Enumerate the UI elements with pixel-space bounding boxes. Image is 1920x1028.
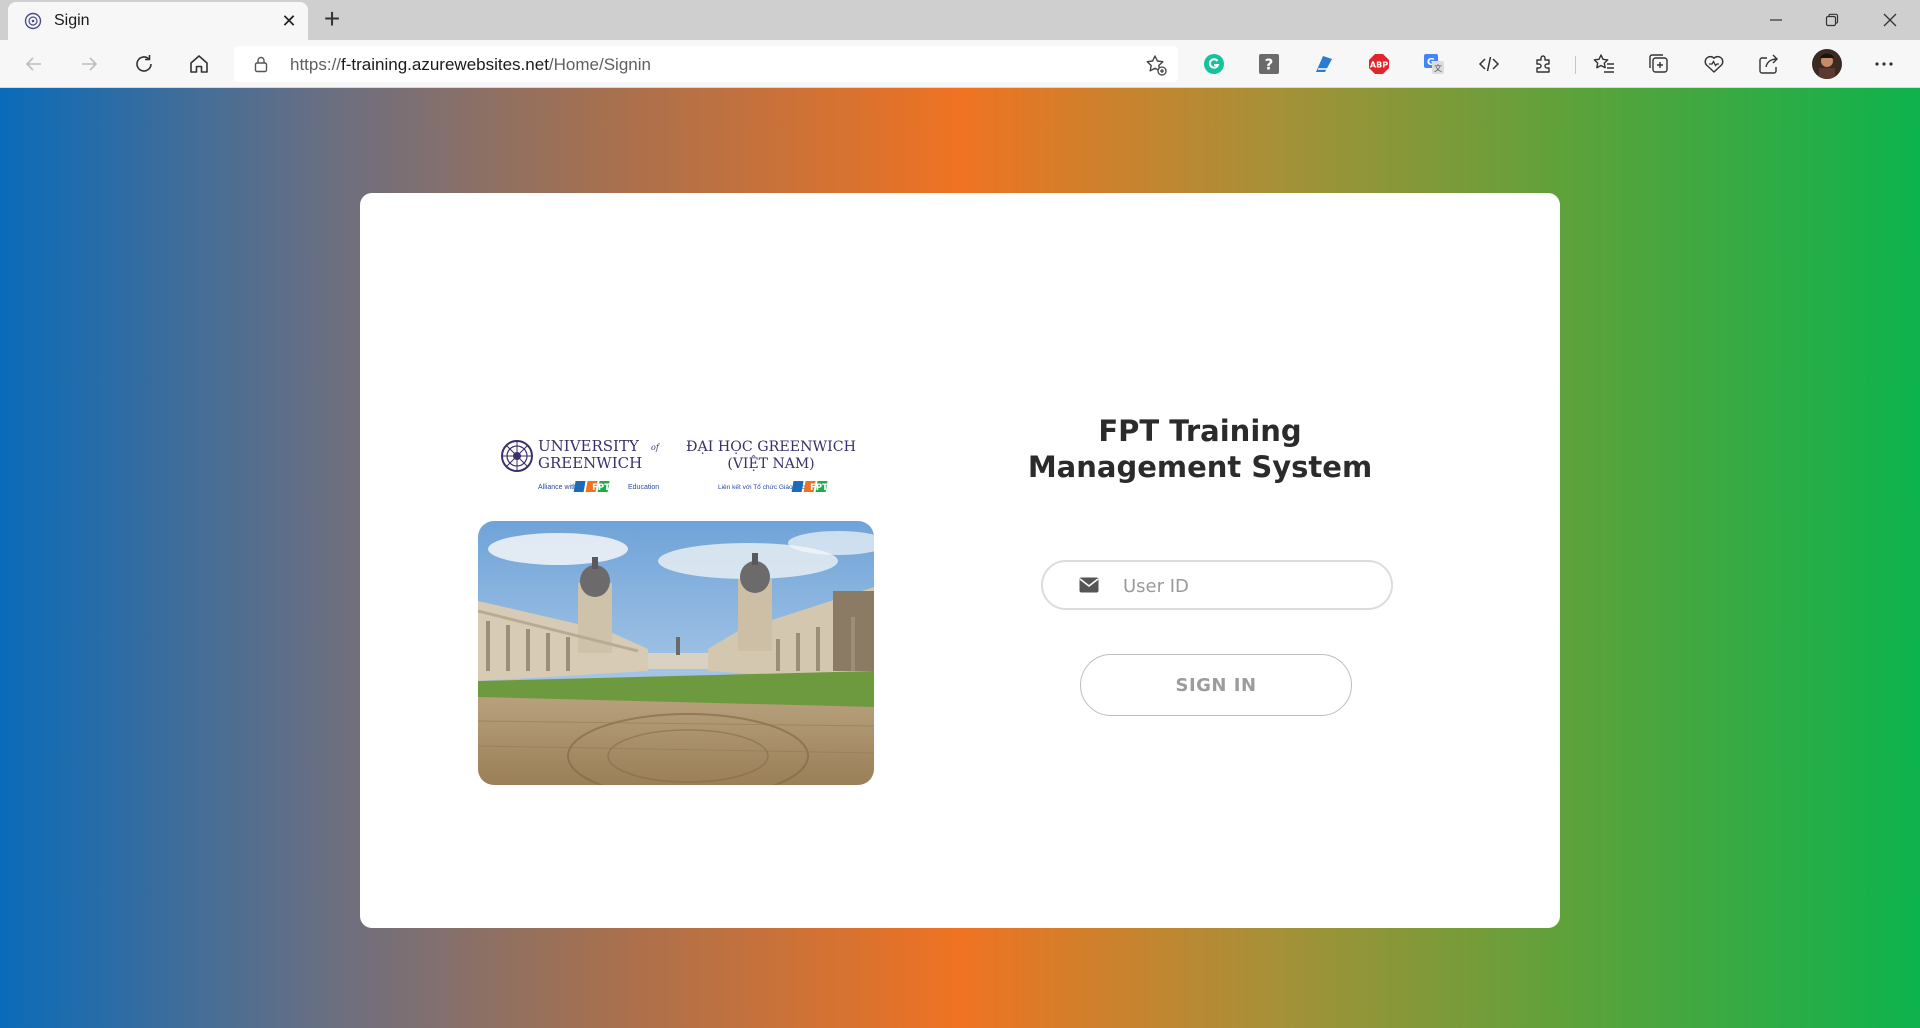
collections-icon [1649, 54, 1668, 73]
adblock-plus-button[interactable]: ABP [1366, 51, 1392, 77]
title-line-1: FPT Training [1098, 414, 1302, 448]
svg-text:ABP: ABP [1370, 61, 1388, 70]
fpt-logo-icon: FPT [791, 481, 828, 493]
avatar [1812, 49, 1842, 79]
logo-text-fpt: FPT [592, 483, 610, 493]
collections-button[interactable] [1646, 51, 1672, 77]
forward-arrow-icon [82, 57, 98, 71]
question-box-icon: ? [1259, 54, 1279, 74]
minimize-icon [1770, 19, 1782, 21]
browser-tab[interactable]: Sigin ✕ [8, 2, 308, 40]
extensions-button[interactable] [1531, 51, 1557, 77]
userid-field[interactable] [1041, 560, 1393, 610]
logo-text-dai-hoc: ĐẠI HỌC GREENWICH [686, 439, 856, 455]
url-text[interactable]: https://f-training.azurewebsites.net/Hom… [290, 55, 651, 75]
favorites-icon [1593, 54, 1614, 73]
google-translate-button[interactable]: G文 [1421, 51, 1447, 77]
close-window-icon [1883, 13, 1897, 27]
page-title: FPT Training Management System [1020, 413, 1380, 485]
logo-text-university: UNIVERSITY [538, 437, 640, 455]
dev-tools-icon [1478, 56, 1500, 72]
tab-title: Sigin [54, 12, 90, 29]
back-arrow-icon [25, 57, 41, 71]
grammarly-button[interactable] [1201, 51, 1227, 77]
page-background: UNIVERSITY of GREENWICH Alliance with FP… [0, 88, 1920, 1028]
pen-extension-button[interactable] [1311, 51, 1337, 77]
minimize-button[interactable] [1748, 0, 1804, 40]
logo-text-education: Education [628, 484, 659, 491]
university-logos: UNIVERSITY of GREENWICH Alliance with FP… [501, 437, 856, 493]
title-line-2: Management System [1027, 450, 1373, 484]
lock-icon[interactable] [252, 55, 270, 73]
favorites-button[interactable] [1591, 51, 1617, 77]
tab-bar: Sigin ✕ + [0, 0, 1920, 40]
profile-button[interactable] [1811, 48, 1843, 80]
userid-input[interactable] [1123, 570, 1373, 602]
logo-text-greenwich: GREENWICH [538, 454, 642, 472]
grammarly-icon [1204, 54, 1224, 74]
logo-text-fpt: FPT [810, 483, 828, 493]
help-extension-button[interactable]: ? [1256, 51, 1282, 77]
signin-button[interactable]: SIGN IN [1080, 654, 1352, 716]
greenwich-seal-icon [501, 440, 533, 472]
svg-text:文: 文 [1434, 63, 1442, 73]
envelope-icon [1079, 577, 1099, 593]
site-favicon-icon [24, 12, 42, 30]
share-button[interactable] [1756, 51, 1782, 77]
settings-menu-button[interactable] [1871, 51, 1897, 77]
url-path: /Home/Signin [548, 55, 651, 74]
restore-icon [1825, 13, 1839, 27]
address-bar[interactable]: https://f-training.azurewebsites.net/Hom… [234, 46, 1178, 82]
refresh-icon [136, 55, 152, 72]
logo-text-vietnam: (VIỆT NAM) [727, 454, 814, 472]
home-icon [190, 55, 208, 73]
refresh-button[interactable] [126, 46, 162, 82]
share-icon [1759, 54, 1778, 74]
add-favorite-icon[interactable] [1144, 53, 1168, 77]
heart-pulse-icon [1704, 55, 1724, 73]
logo-text-alliance: Alliance with [538, 484, 577, 491]
more-options-icon [1875, 62, 1893, 66]
browser-toolbar: https://f-training.azurewebsites.net/Hom… [0, 40, 1920, 88]
dev-tools-button[interactable] [1476, 51, 1502, 77]
svg-text:?: ? [1265, 56, 1274, 74]
logo-text-of: of [651, 443, 661, 452]
close-tab-icon[interactable]: ✕ [278, 10, 300, 32]
restore-button[interactable] [1804, 0, 1860, 40]
login-card: UNIVERSITY of GREENWICH Alliance with FP… [360, 193, 1560, 928]
forward-button[interactable] [71, 46, 107, 82]
toolbar-separator [1575, 56, 1576, 74]
pen-extension-icon [1316, 56, 1332, 72]
home-button[interactable] [181, 46, 217, 82]
fpt-logo-icon: FPT [573, 481, 610, 493]
performance-button[interactable] [1701, 51, 1727, 77]
back-button[interactable] [16, 46, 52, 82]
url-host: f-training.azurewebsites.net [341, 55, 549, 74]
close-window-button[interactable] [1862, 0, 1918, 40]
new-tab-button[interactable]: + [316, 4, 348, 36]
google-translate-icon: G文 [1424, 54, 1444, 74]
campus-photo [478, 521, 874, 785]
url-scheme: https:// [290, 55, 342, 74]
extensions-icon [1536, 55, 1550, 73]
adblock-plus-icon: ABP [1369, 54, 1389, 74]
